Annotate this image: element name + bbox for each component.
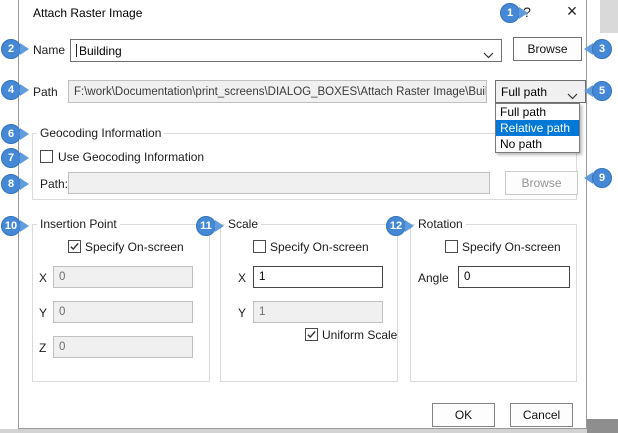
insertion-y-label: Y — [39, 306, 47, 320]
option-full-path[interactable]: Full path — [496, 104, 579, 120]
chevron-down-icon[interactable] — [483, 48, 494, 62]
background-window-fragment-bottom-right — [587, 419, 618, 433]
cancel-button[interactable]: Cancel — [510, 403, 573, 427]
checkmark-icon — [69, 241, 80, 252]
callout-12: 12 — [386, 216, 414, 236]
path-field: F:\work\Documentation\print_screens\DIAL… — [68, 80, 487, 103]
text-caret — [76, 44, 77, 57]
background-strip — [0, 429, 618, 433]
insertion-specify-onscreen-label: Specify On-screen — [85, 240, 184, 254]
name-value: Building — [79, 44, 122, 58]
name-browse-button[interactable]: Browse — [513, 37, 582, 61]
insertion-x-label: X — [39, 271, 47, 285]
scale-specify-onscreen-checkbox[interactable] — [253, 240, 266, 253]
background-window-fragment — [600, 0, 618, 33]
scale-y-field: 1 — [253, 301, 383, 323]
insertion-point-legend: Insertion Point — [37, 217, 120, 231]
use-geocoding-label: Use Geocoding Information — [58, 150, 204, 164]
scale-x-field[interactable]: 1 — [253, 266, 383, 288]
option-no-path[interactable]: No path — [496, 136, 579, 152]
insertion-specify-onscreen-checkbox[interactable] — [68, 240, 81, 253]
callout-8: 8 — [1, 174, 29, 194]
screenshot-root: Attach Raster Image ? × Name Building Br… — [0, 0, 618, 433]
callout-7: 7 — [1, 148, 29, 168]
dialog-title: Attach Raster Image — [33, 6, 142, 20]
use-geocoding-checkbox[interactable] — [40, 150, 53, 163]
scale-x-label: X — [238, 271, 246, 285]
uniform-scale-checkbox[interactable] — [305, 328, 318, 341]
path-type-value: Full path — [501, 85, 547, 99]
path-type-select[interactable]: Full path — [495, 80, 586, 103]
path-type-dropdown-list: Full path Relative path No path — [495, 103, 580, 153]
scale-legend: Scale — [225, 217, 261, 231]
angle-field[interactable]: 0 — [458, 266, 570, 288]
close-icon[interactable]: × — [561, 1, 583, 22]
callout-4: 4 — [1, 80, 29, 100]
geocoding-legend: Geocoding Information — [37, 126, 164, 140]
callout-1: 1 — [500, 3, 528, 23]
option-relative-path[interactable]: Relative path — [496, 120, 579, 136]
checkmark-icon — [306, 329, 317, 340]
insertion-x-field: 0 — [53, 266, 193, 288]
scale-y-label: Y — [238, 306, 246, 320]
uniform-scale-label: Uniform Scale — [322, 328, 397, 342]
rotation-specify-onscreen-checkbox[interactable] — [445, 240, 458, 253]
geocoding-browse-button: Browse — [505, 171, 578, 195]
callout-9: 9 — [584, 168, 612, 188]
geocoding-path-field — [68, 172, 490, 194]
scale-specify-onscreen-label: Specify On-screen — [270, 240, 369, 254]
callout-2: 2 — [1, 39, 29, 59]
name-label: Name — [33, 43, 65, 57]
ok-button[interactable]: OK — [432, 403, 495, 427]
callout-5: 5 — [584, 81, 612, 101]
insertion-z-label: Z — [39, 341, 46, 355]
callout-11: 11 — [196, 216, 224, 236]
callout-10: 10 — [1, 216, 29, 236]
chevron-down-icon — [567, 89, 578, 103]
geocoding-path-label: Path: — [40, 177, 68, 191]
insertion-z-field: 0 — [53, 336, 193, 358]
rotation-specify-onscreen-label: Specify On-screen — [462, 240, 561, 254]
callout-6: 6 — [1, 124, 29, 144]
path-label: Path — [33, 85, 58, 99]
angle-label: Angle — [418, 271, 449, 285]
insertion-y-field: 0 — [53, 301, 193, 323]
callout-3: 3 — [584, 39, 612, 59]
rotation-legend: Rotation — [415, 217, 466, 231]
name-combobox[interactable]: Building — [70, 39, 502, 62]
